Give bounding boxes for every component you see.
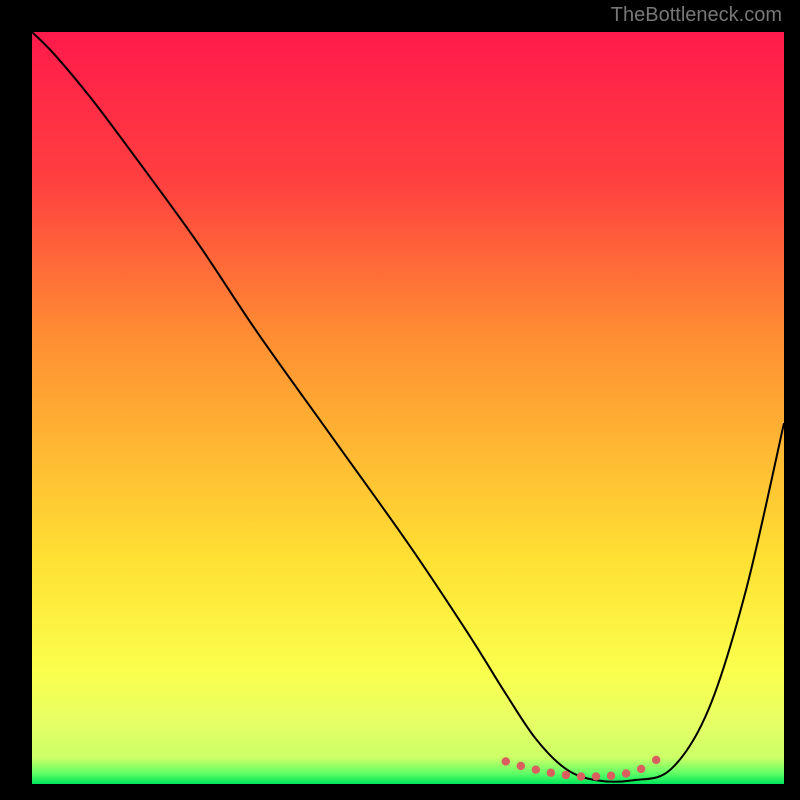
chart-container: TheBottleneck.com (0, 0, 800, 800)
optimal-range-dot (577, 772, 585, 780)
plot-area (32, 32, 784, 784)
optimal-range-dot (562, 771, 570, 779)
optimal-range-dot (607, 772, 615, 780)
optimal-range-dot (592, 772, 600, 780)
optimal-range-dot (622, 769, 630, 777)
optimal-range-dot (547, 769, 555, 777)
optimal-range-dot (532, 766, 540, 774)
optimal-range-dot (502, 757, 510, 765)
optimal-range-dot (652, 756, 660, 764)
annotation-layer (32, 32, 784, 784)
optimal-range-dot (517, 762, 525, 770)
optimal-range-dot (637, 765, 645, 773)
optimal-range-marker (502, 756, 661, 781)
watermark-text: TheBottleneck.com (611, 4, 782, 27)
